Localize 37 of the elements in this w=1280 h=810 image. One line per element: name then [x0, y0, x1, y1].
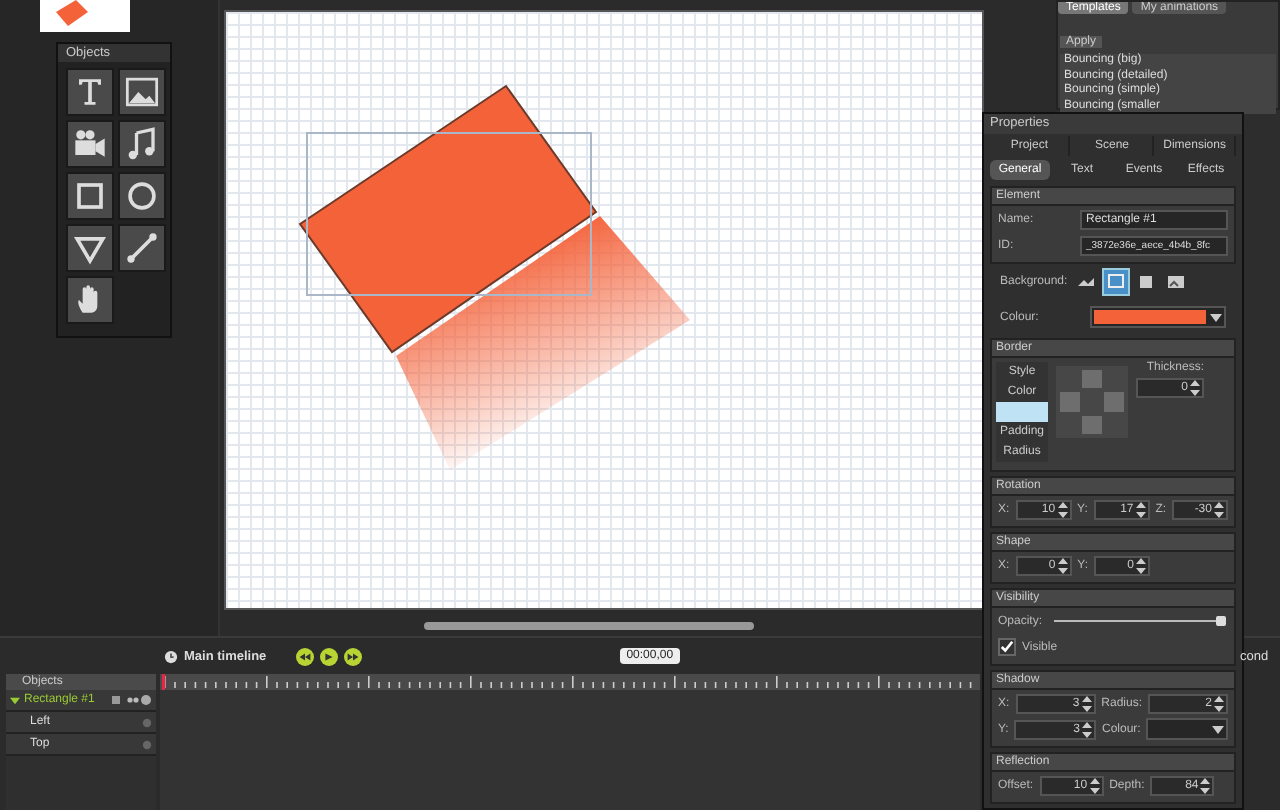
spinner-arrows-icon[interactable]	[1089, 777, 1100, 793]
spinner-arrows-icon[interactable]	[1213, 501, 1224, 517]
play-button[interactable]	[320, 647, 339, 665]
background-option-icon[interactable]	[1163, 270, 1188, 294]
slider-thumb[interactable]	[1216, 616, 1226, 626]
shadow-colour-picker[interactable]	[1146, 718, 1228, 740]
spinner-arrows-icon[interactable]	[1057, 501, 1068, 517]
text-tool-icon[interactable]	[66, 68, 114, 116]
slide-thumbnail[interactable]	[40, 0, 130, 32]
spinner-arrows-icon[interactable]	[1081, 695, 1092, 711]
line-tool-icon[interactable]	[118, 224, 166, 272]
dropdown-caret-icon[interactable]	[1212, 725, 1224, 733]
spinner-arrows-icon[interactable]	[1213, 695, 1224, 711]
dropdown-caret-icon[interactable]	[1210, 313, 1222, 321]
time-ruler[interactable]	[160, 674, 980, 690]
music-note-icon[interactable]	[118, 120, 166, 168]
spinner-arrows-icon[interactable]	[1057, 557, 1068, 573]
video-camera-icon[interactable]	[66, 120, 114, 168]
selection-box[interactable]	[306, 132, 592, 296]
spinner-arrows-icon[interactable]	[1136, 557, 1147, 573]
expand-arrow-icon[interactable]	[10, 695, 20, 705]
keyframe-dot-icon[interactable]	[142, 717, 152, 727]
fast-forward-button[interactable]	[344, 647, 363, 665]
spinner-arrows-icon[interactable]	[1135, 501, 1146, 517]
colour-picker[interactable]	[1090, 306, 1226, 328]
visible-checkbox[interactable]	[998, 638, 1016, 656]
keyframe-dot-icon[interactable]	[142, 739, 152, 749]
square-icon[interactable]	[66, 172, 114, 220]
rewind-button[interactable]	[296, 647, 315, 665]
horizontal-scrollbar[interactable]	[424, 622, 754, 630]
track-controls-icon[interactable]	[112, 694, 152, 706]
spinner-arrows-icon[interactable]	[1082, 721, 1092, 737]
spinner-arrows-icon[interactable]	[1190, 380, 1200, 396]
spinner-arrows-icon[interactable]	[1200, 777, 1211, 793]
image-icon[interactable]	[118, 68, 166, 116]
clock-icon	[164, 649, 178, 663]
hand-icon[interactable]	[66, 276, 114, 324]
